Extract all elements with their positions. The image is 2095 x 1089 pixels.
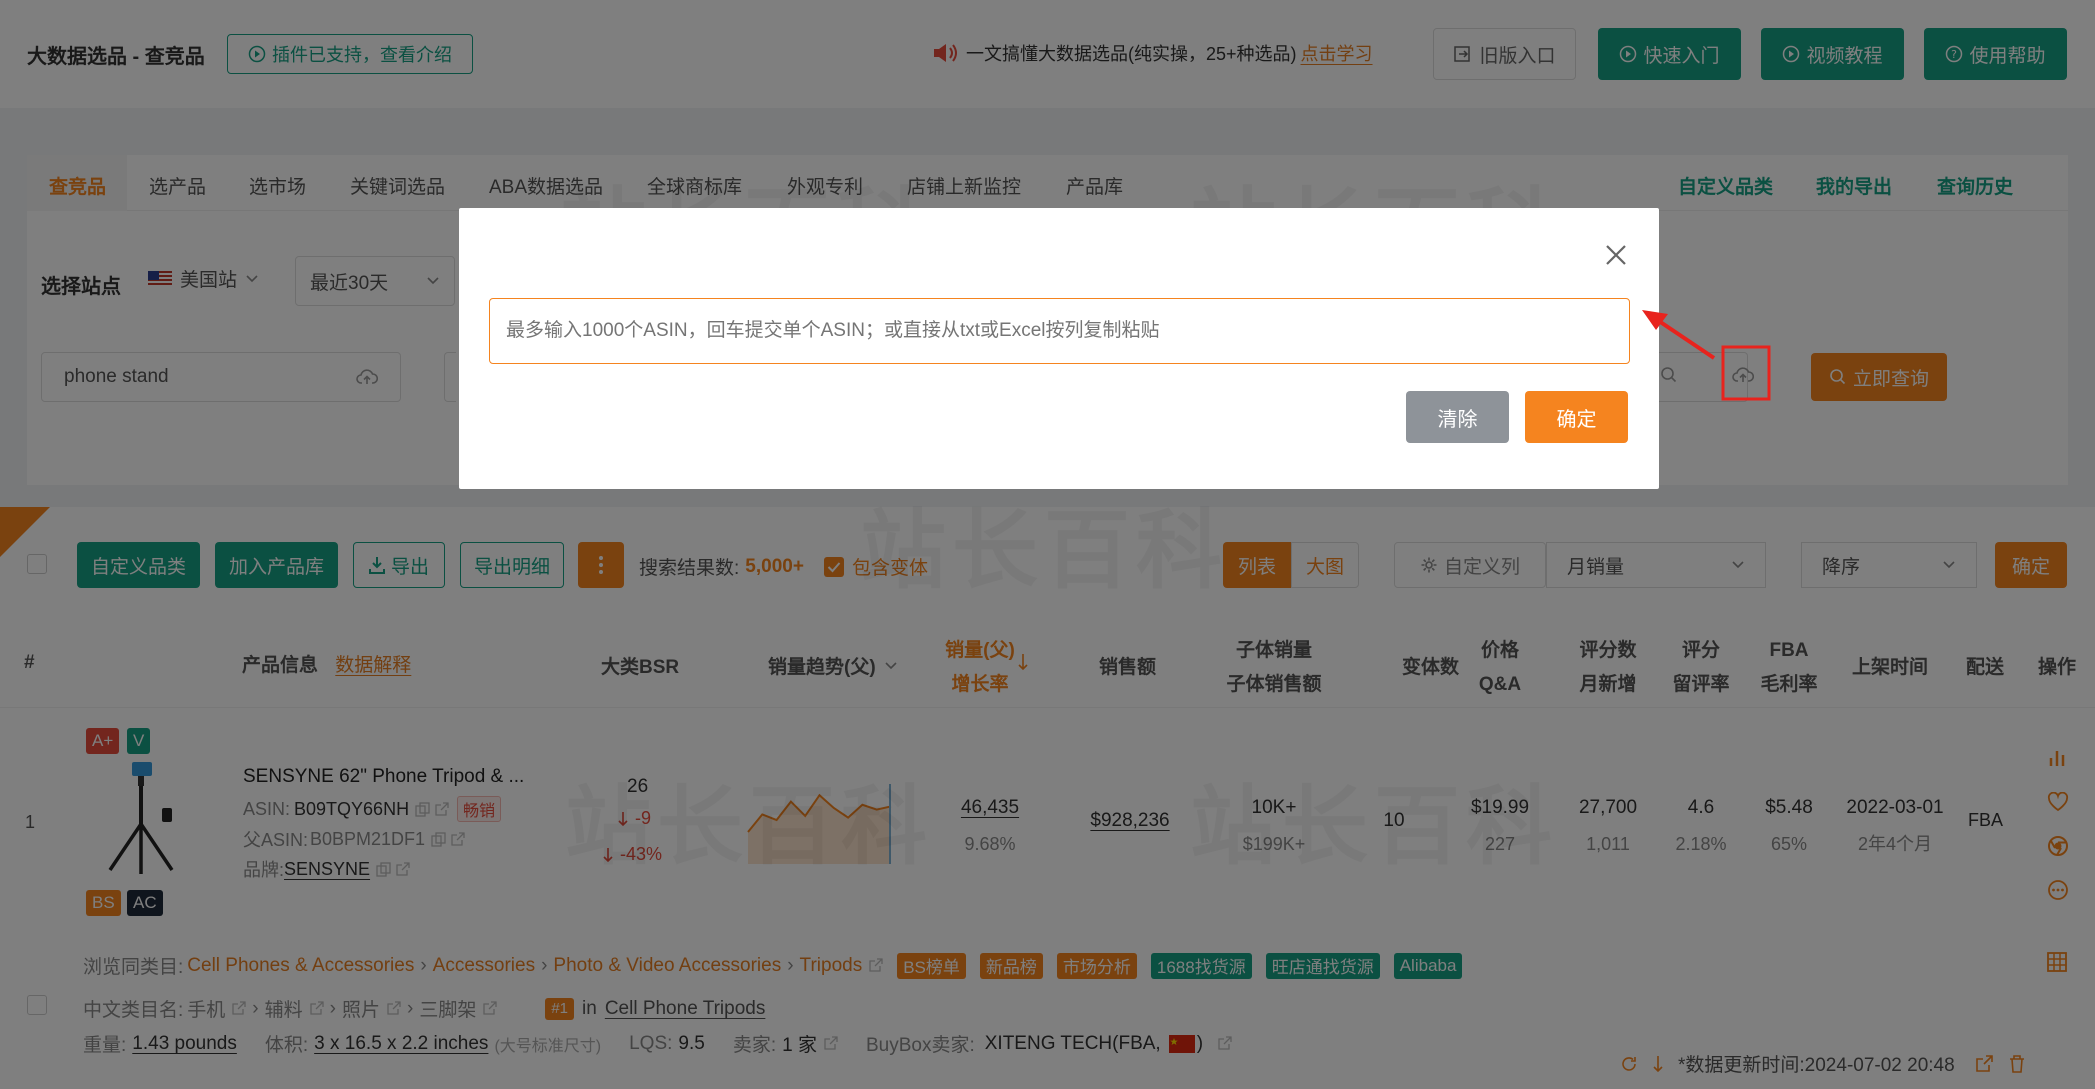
highlight-box — [1721, 345, 1771, 401]
arrow-head-icon — [1642, 310, 1668, 330]
annotation-overlay — [1642, 310, 1771, 401]
